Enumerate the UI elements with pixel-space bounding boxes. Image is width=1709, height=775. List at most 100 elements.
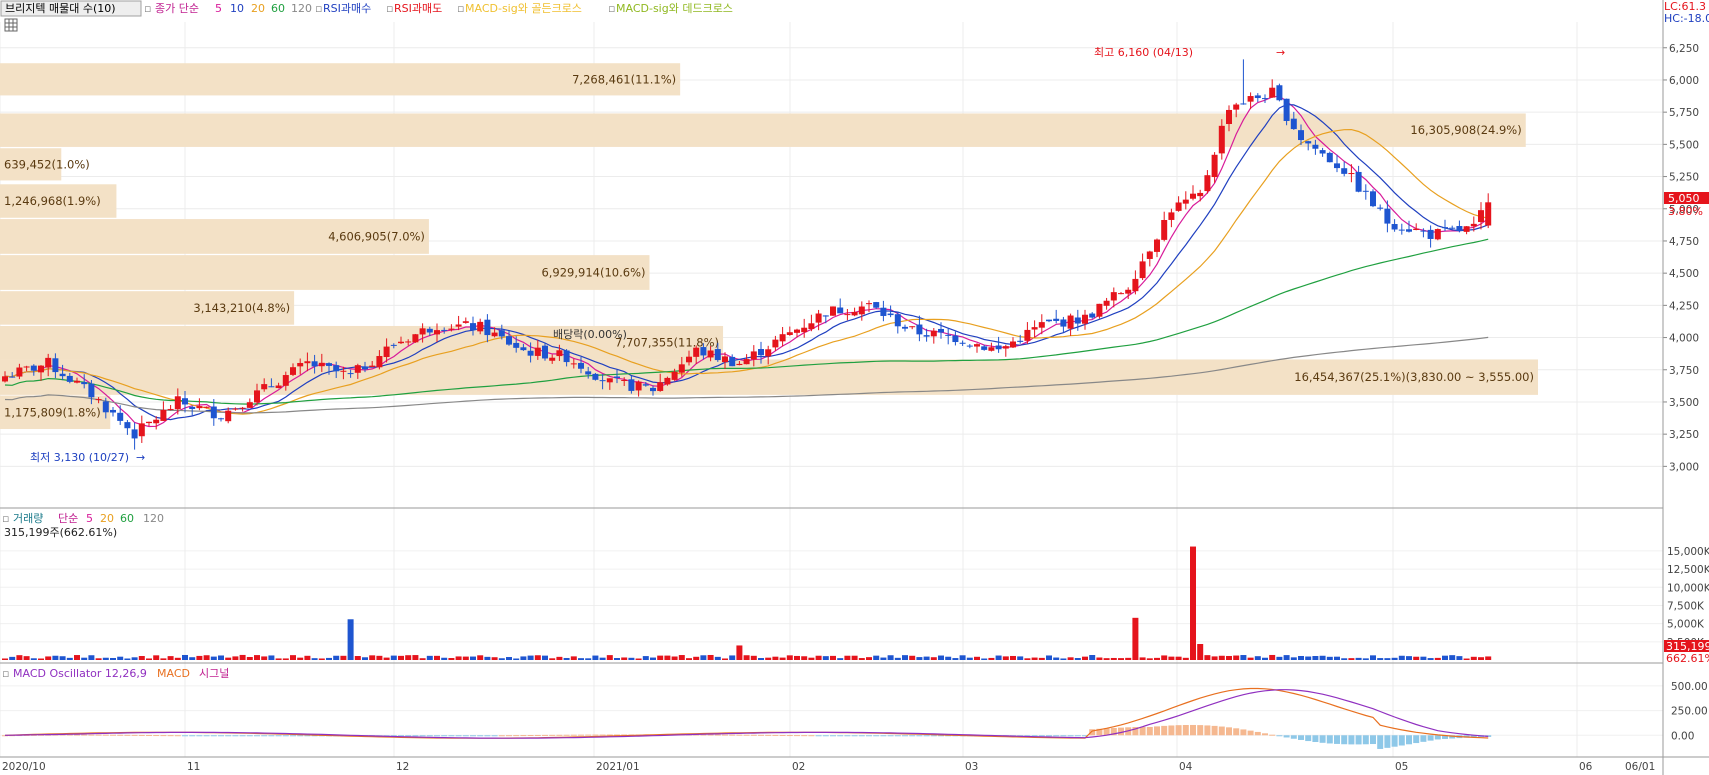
candle — [1240, 103, 1247, 105]
volume-bar — [1449, 655, 1456, 660]
volume-bar — [1262, 657, 1268, 660]
macd-oscillator-bar — [765, 734, 772, 736]
candle — [671, 371, 678, 380]
candle — [1053, 318, 1060, 321]
candle — [376, 356, 383, 368]
indicator-button-label[interactable]: 브리지텍 매물대 수(10) — [5, 2, 116, 15]
candle — [1074, 317, 1081, 324]
macd-oscillator-bar — [736, 734, 743, 736]
volume-bar — [311, 658, 318, 660]
candle — [822, 315, 829, 317]
candle — [837, 307, 844, 314]
volume-bar — [714, 656, 721, 660]
candle — [916, 324, 923, 335]
candle — [1175, 202, 1182, 211]
x-tick-label: 04 — [1179, 761, 1193, 773]
table-icon[interactable] — [4, 18, 18, 32]
volume-bar — [736, 645, 743, 660]
macd-tick-label: 500.00 — [1671, 681, 1708, 693]
volume-profile: 7,268,461(11.1%) 16,305,908(24.9%) 639,452… — [0, 63, 1538, 430]
candle — [455, 324, 462, 327]
right-arrow-icon: → — [136, 451, 145, 464]
volume-bar — [362, 657, 368, 660]
signal-label: 시그널 — [199, 667, 229, 680]
volume-bar — [1089, 655, 1096, 660]
macd-oscillator — [2, 687, 1492, 749]
volume-bar — [1226, 655, 1232, 660]
candle — [930, 330, 937, 337]
candle — [254, 390, 260, 403]
volume-profile-label: 6,929,914(10.6%) — [541, 266, 645, 280]
candle — [1305, 141, 1312, 144]
candle — [952, 335, 959, 343]
volume-bar — [938, 655, 944, 660]
volume-bar — [59, 656, 66, 660]
volume-bar — [9, 656, 16, 660]
volume-bar — [1190, 546, 1196, 660]
candle — [966, 345, 973, 347]
macd-oscillator-bar — [930, 735, 937, 737]
candle — [1110, 292, 1117, 301]
candle — [1391, 224, 1398, 230]
candle — [74, 380, 80, 383]
candle — [1413, 228, 1420, 231]
candle — [765, 349, 772, 357]
volume-bar — [1298, 655, 1304, 660]
volume-bar — [1161, 655, 1168, 660]
macd-oscillator-bar — [894, 735, 901, 737]
macd-oscillator-bar — [1182, 724, 1189, 736]
price-badge-value: 5,050 — [1668, 192, 1700, 205]
volume-bar — [102, 657, 109, 660]
volume-bar — [772, 656, 779, 660]
candle — [650, 387, 656, 392]
candle — [66, 375, 73, 382]
candle — [866, 303, 872, 305]
volume-bar — [340, 655, 347, 660]
volume-bar — [383, 657, 390, 660]
volume-bar — [513, 658, 520, 660]
volume-bar — [1096, 657, 1103, 660]
candle — [858, 306, 865, 315]
macd-oscillator-bar — [758, 734, 764, 736]
high-annotation: 최고 6,160 (04/13) — [1094, 46, 1193, 59]
macd-oscillator-bar — [470, 735, 476, 737]
volume-bar — [570, 656, 577, 660]
candle — [246, 402, 253, 408]
candle — [714, 349, 721, 361]
macd-oscillator-bar — [174, 735, 181, 737]
macd-oscillator-bar — [225, 735, 232, 737]
volume-bar — [794, 655, 800, 660]
candle — [513, 342, 520, 348]
macd-oscillator-bar — [1218, 726, 1225, 736]
macd-oscillator-bar — [160, 735, 167, 737]
macd-oscillator-bar — [1413, 735, 1420, 744]
macd-oscillator-bar — [182, 735, 188, 737]
candle — [736, 363, 743, 366]
candle — [470, 323, 476, 331]
macd-oscillator-bar — [434, 735, 440, 737]
candle — [578, 362, 584, 369]
volume-bar — [477, 655, 484, 660]
candle — [383, 346, 390, 358]
candle — [38, 365, 44, 373]
candle — [390, 344, 397, 346]
macd-oscillator-bar — [1038, 735, 1045, 737]
stock-chart[interactable]: 7,268,461(11.1%) 16,305,908(24.9%) 639,452… — [0, 0, 1709, 775]
macd-oscillator-bar — [880, 735, 887, 737]
candle — [1420, 230, 1427, 232]
candle — [426, 328, 433, 333]
candle — [678, 364, 685, 373]
volume-bar — [326, 657, 332, 660]
candle — [959, 342, 966, 344]
candle — [880, 307, 887, 316]
macd-oscillator-bar — [1406, 735, 1412, 745]
volume-bar — [707, 654, 714, 660]
macd-oscillator-bar — [1269, 734, 1276, 736]
candle — [1082, 314, 1088, 324]
candle — [1463, 226, 1470, 232]
volume-bar — [1031, 657, 1038, 660]
square-icon: ▫ — [315, 2, 322, 15]
volume-bar — [815, 655, 822, 660]
candle — [1370, 191, 1376, 207]
macd-oscillator-bar — [1355, 735, 1362, 745]
